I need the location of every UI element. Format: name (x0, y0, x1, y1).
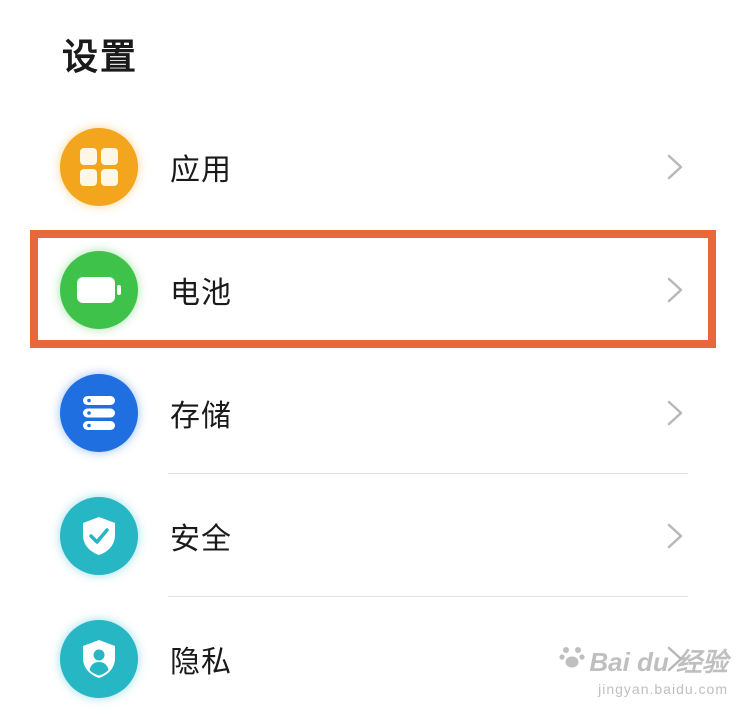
settings-item-apps[interactable]: 应用 (0, 105, 750, 228)
grid-icon (60, 127, 138, 206)
settings-item-label: 电池 (170, 275, 232, 311)
storage-icon (60, 373, 138, 452)
chevron-right-icon (667, 154, 683, 179)
settings-item-label: 安全 (170, 521, 232, 557)
battery-icon (60, 250, 138, 329)
settings-item-storage[interactable]: 存储 (0, 351, 750, 474)
settings-item-battery[interactable]: 电池 (0, 228, 750, 351)
watermark-brand: Bai du 经验 (589, 647, 728, 677)
paw-icon (559, 644, 585, 677)
settings-item-label: 隐私 (170, 644, 232, 680)
watermark-url: jingyan.baidu.com (598, 681, 728, 697)
watermark-logo: Bai du 经验 (559, 642, 728, 679)
watermark: Bai du 经验 jingyan.baidu.com (559, 642, 728, 697)
chevron-right-icon (667, 523, 683, 548)
settings-item-label: 存储 (170, 398, 232, 434)
settings-item-label: 应用 (170, 152, 232, 188)
privacy-shield-icon (60, 619, 138, 698)
shield-check-icon (60, 496, 138, 575)
chevron-right-icon (667, 277, 683, 302)
settings-list: 应用 电池 存储 安全 隐私 (0, 105, 750, 720)
chevron-right-icon (667, 400, 683, 425)
settings-item-security[interactable]: 安全 (0, 474, 750, 597)
page-title: 设置 (62, 37, 139, 78)
